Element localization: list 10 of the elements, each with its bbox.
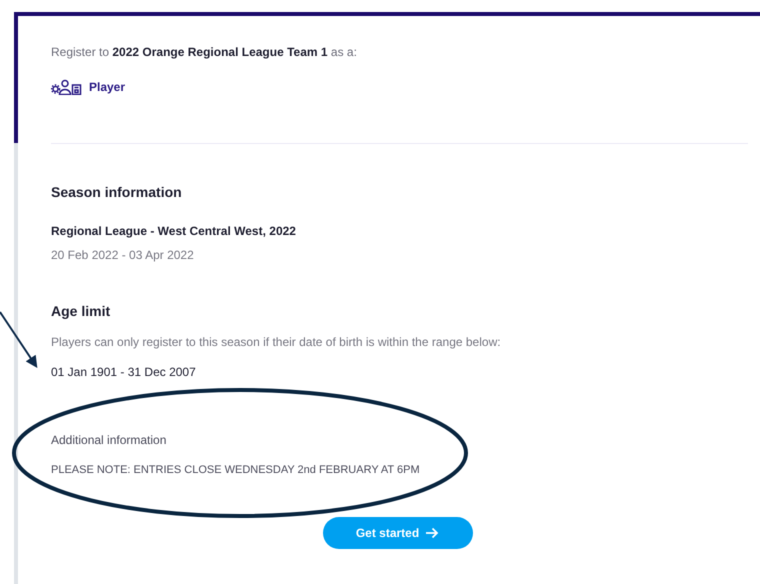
additional-info-heading: Additional information <box>51 433 168 447</box>
season-name: Regional League - West Central West, 2022 <box>51 224 297 238</box>
section-heading: Season information <box>51 184 183 200</box>
season-dates: 20 Feb 2022 - 03 Apr 2022 <box>51 248 195 262</box>
role-option[interactable]: Player <box>51 79 760 95</box>
section-heading: Age limit <box>51 303 112 319</box>
registration-intro: Register to 2022 Orange Regional League Team 1 as a: <box>51 45 358 59</box>
age-limit-description: Players can only register to this season if their date of birth is within the range below: <box>51 335 502 349</box>
age-range: 01 Jan 1901 - 31 Dec 2007 <box>51 365 197 379</box>
additional-info-note: PLEASE NOTE: ENTRIES CLOSE WEDNESDAY 2nd FEBRUARY AT 6PM <box>51 464 421 476</box>
